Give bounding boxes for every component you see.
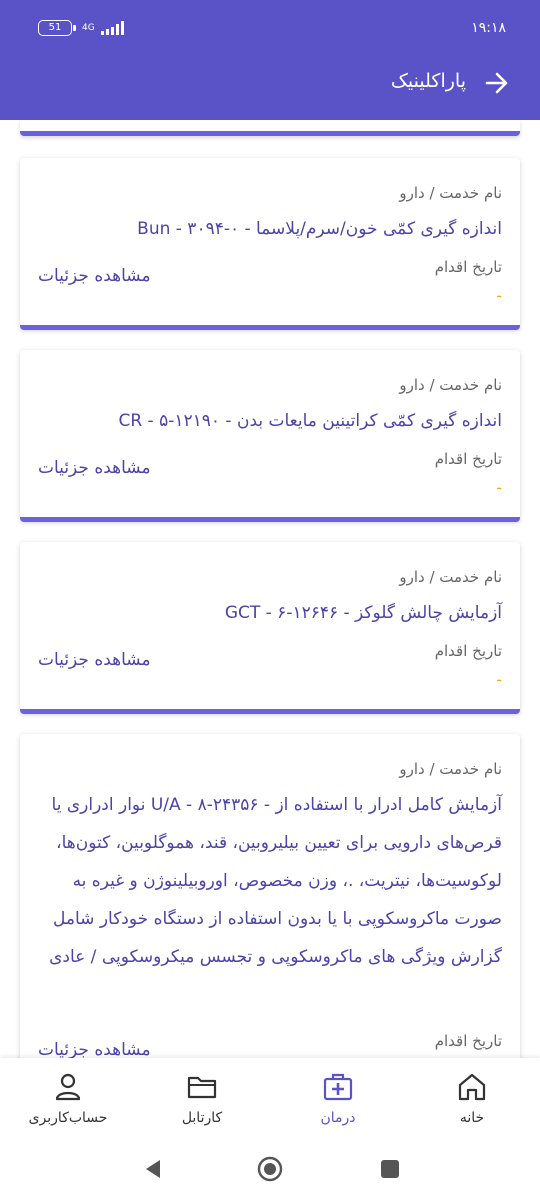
recents-square-icon[interactable]	[377, 1156, 403, 1182]
nav-cardtable[interactable]: کارتابل	[152, 1070, 252, 1126]
system-nav	[0, 1138, 540, 1200]
folder-icon	[187, 1076, 217, 1099]
view-details-link[interactable]: مشاهده جزئیات	[38, 1040, 151, 1058]
service-label: نام خدمت / دارو	[399, 184, 502, 202]
medical-case-icon	[323, 1073, 353, 1101]
battery-level: 51	[48, 22, 62, 33]
previous-card-edge	[20, 120, 520, 136]
service-card[interactable]: نام خدمت / دارو آزمایش چالش گلوکز - GCT …	[20, 542, 520, 714]
nav-account-label: حساب‌کاربری	[28, 1110, 108, 1126]
service-card[interactable]: نام خدمت / دارو اندازه گیری کمّی کراتینی…	[20, 350, 520, 522]
service-label: نام خدمت / دارو	[399, 376, 502, 394]
date-label: تاریخ اقدام	[434, 450, 502, 468]
date-label: تاریخ اقدام	[434, 642, 502, 660]
back-triangle-icon[interactable]	[140, 1156, 166, 1182]
date-label: تاریخ اقدام	[434, 1032, 502, 1050]
date-value: -	[496, 286, 502, 305]
status-time: ۱۹:۱۸	[471, 20, 506, 36]
view-details-link[interactable]: مشاهده جزئیات	[38, 458, 151, 478]
nav-account[interactable]: حساب‌کاربری	[18, 1070, 118, 1126]
service-card[interactable]: نام خدمت / دارو اندازه گیری کمّی خون/سرم…	[20, 158, 520, 330]
signal-icon	[100, 21, 124, 35]
home-icon	[458, 1073, 486, 1101]
service-card[interactable]: نام خدمت / دارو آزمایش کامل ادرار با است…	[20, 734, 520, 1058]
arrow-right-icon[interactable]	[484, 70, 510, 96]
content-list[interactable]: نام خدمت / دارو اندازه گیری کمّی خون/سرم…	[0, 120, 540, 1058]
view-details-link[interactable]: مشاهده جزئیات	[38, 266, 151, 286]
bottom-nav: خانه درمان کارتابل حساب‌کاربری	[0, 1058, 540, 1138]
service-title: آزمایش چالش گلوکز - GCT - ۶-۱۲۶۴۶	[224, 603, 502, 623]
nav-treatment[interactable]: درمان	[288, 1070, 388, 1126]
date-label: تاریخ اقدام	[434, 258, 502, 276]
network-type: 4G	[82, 23, 95, 33]
nav-treatment-label: درمان	[320, 1110, 356, 1126]
status-indicators: 51 4G	[38, 20, 124, 36]
service-title: اندازه گیری کمّی خون/سرم/پلاسما - Bun - …	[137, 219, 502, 239]
service-title: آزمایش کامل ادرار با استفاده از - U/A - …	[49, 795, 502, 967]
app-header: 51 4G ۱۹:۱۸ پاراکلینیک	[0, 0, 540, 120]
date-value: -	[496, 670, 502, 689]
page-title: پاراکلینیک	[390, 70, 466, 92]
nav-cardtable-label: کارتابل	[181, 1110, 223, 1126]
service-label: نام خدمت / دارو	[399, 568, 502, 586]
view-details-link[interactable]: مشاهده جزئیات	[38, 650, 151, 670]
date-value: -	[496, 478, 502, 497]
service-title: اندازه گیری کمّی کراتینین مایعات بدن - C…	[118, 411, 502, 431]
battery-icon: 51	[38, 20, 76, 36]
home-circle-icon[interactable]	[257, 1156, 283, 1182]
nav-home-label: خانه	[459, 1110, 485, 1126]
nav-home[interactable]: خانه	[422, 1070, 522, 1126]
service-label: نام خدمت / دارو	[399, 760, 502, 778]
user-icon	[55, 1073, 81, 1101]
